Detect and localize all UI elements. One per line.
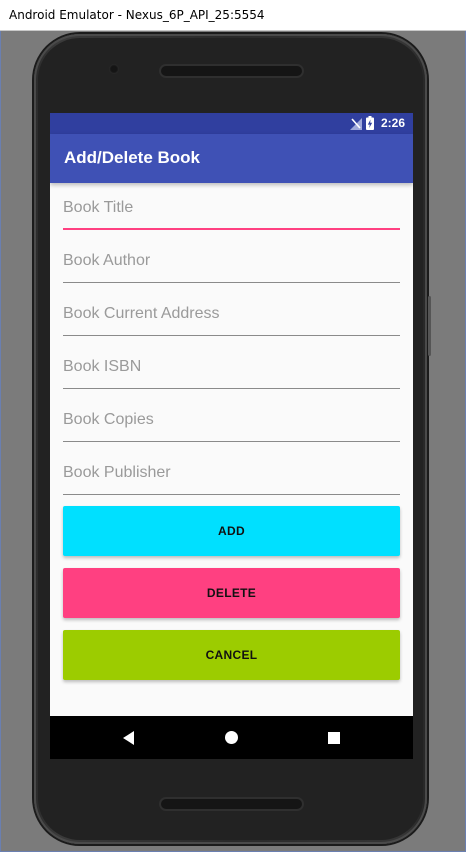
phone-screen: 2:26 Add/Delete Book Book Title Book Aut…	[50, 113, 413, 759]
add-button[interactable]: ADD	[63, 506, 400, 556]
home-icon[interactable]	[225, 731, 238, 744]
book-isbn-field[interactable]: Book ISBN	[63, 349, 400, 389]
navigation-bar	[50, 716, 413, 759]
no-signal-icon	[349, 117, 362, 130]
status-bar: 2:26	[50, 113, 413, 134]
bottom-speaker	[161, 799, 302, 809]
cancel-button[interactable]: CANCEL	[63, 630, 400, 680]
book-title-placeholder: Book Title	[63, 199, 134, 216]
book-author-placeholder: Book Author	[63, 252, 151, 269]
book-copies-placeholder: Book Copies	[63, 411, 154, 428]
top-speaker	[161, 66, 302, 76]
recents-icon[interactable]	[328, 732, 340, 744]
book-publisher-placeholder: Book Publisher	[63, 464, 171, 481]
app-bar-title: Add/Delete Book	[64, 148, 201, 167]
book-isbn-placeholder: Book ISBN	[63, 358, 142, 375]
battery-charging-icon	[365, 116, 374, 130]
window-title: Android Emulator - Nexus_6P_API_25:5554	[9, 8, 265, 22]
front-camera	[109, 64, 119, 74]
book-publisher-field[interactable]: Book Publisher	[63, 455, 400, 495]
delete-button[interactable]: DELETE	[63, 568, 400, 618]
power-button[interactable]	[428, 296, 431, 356]
window-titlebar: Android Emulator - Nexus_6P_API_25:5554	[0, 0, 466, 31]
book-title-field[interactable]: Book Title	[63, 190, 400, 230]
book-author-field[interactable]: Book Author	[63, 243, 400, 283]
book-current-address-placeholder: Book Current Address	[63, 305, 220, 322]
status-time: 2:26	[380, 116, 405, 130]
book-current-address-field[interactable]: Book Current Address	[63, 296, 400, 336]
book-copies-field[interactable]: Book Copies	[63, 402, 400, 442]
back-icon[interactable]	[123, 731, 134, 745]
app-bar: Add/Delete Book	[50, 134, 413, 183]
status-icons: 2:26	[349, 116, 405, 130]
